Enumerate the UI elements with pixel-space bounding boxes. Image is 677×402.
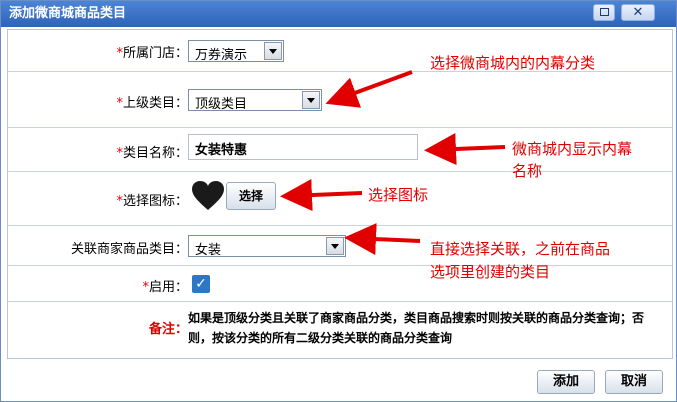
annotation-category-name-1: 微商城内显示内幕 [512,140,633,158]
arrow-linked-category [344,223,421,256]
arrow-parent-category [325,70,413,108]
annotation-icon: 选择图标 [368,186,429,204]
annotation-linked-1: 直接选择关联，之前在商品 [430,240,611,258]
annotation-parent-category: 选择微商城内的内幕分类 [430,54,596,72]
annotation-category-name-2: 名称 [512,162,543,180]
arrow-icon [280,179,363,212]
annotation-linked-2: 选项里创建的类目 [430,263,551,281]
arrow-category-name [424,133,506,166]
